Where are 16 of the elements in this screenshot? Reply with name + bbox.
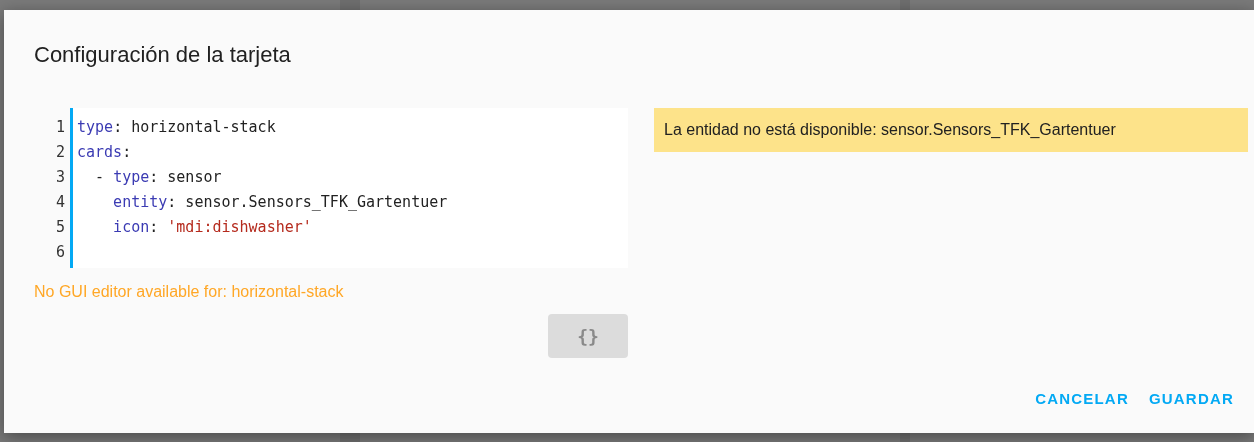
code-line: cards: xyxy=(77,143,132,161)
warning-banner: La entidad no está disponible: sensor.Sensors_TFK_Gartentuer xyxy=(654,108,1248,152)
dialog-action-button[interactable]: GUARDAR xyxy=(1148,386,1234,411)
code-line: type: horizontal-stack xyxy=(77,118,276,136)
dialog-action-button[interactable]: CANCELAR xyxy=(1035,386,1129,411)
line-number: 4 xyxy=(54,192,65,213)
line-number: 6 xyxy=(54,242,65,263)
code-line: entity: sensor.Sensors_TFK_Gartentuer xyxy=(112,193,448,211)
editor-warning: No GUI editor available for: horizontal-stack xyxy=(34,283,345,301)
line-number: 2 xyxy=(54,142,65,163)
line-number: 3 xyxy=(54,167,65,188)
line-number: 1 xyxy=(54,117,65,138)
line-number: 5 xyxy=(54,217,65,238)
code-line: icon: 'mdi:dishwasher' xyxy=(112,218,312,236)
dialog-title: Configuración de la tarjeta xyxy=(33,41,292,69)
code-line: - type: sensor xyxy=(94,168,222,186)
